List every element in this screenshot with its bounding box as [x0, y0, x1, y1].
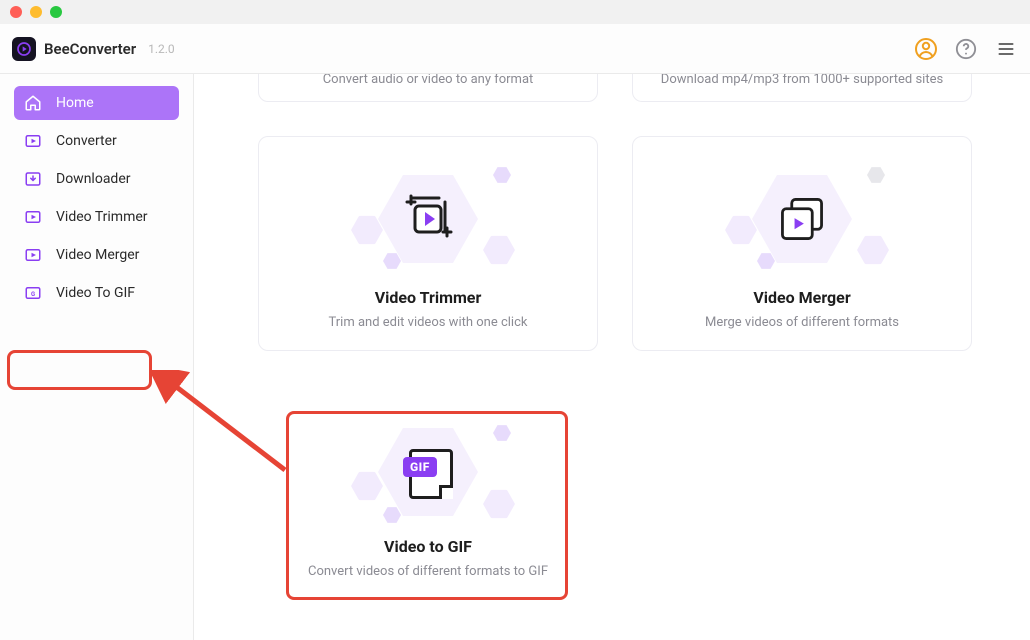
download-icon [24, 170, 42, 188]
trimmer-icon [24, 208, 42, 226]
card-illustration [343, 164, 513, 274]
card-title: Video Trimmer [375, 288, 482, 307]
sidebar-item-merger[interactable]: Video Merger [14, 238, 179, 272]
card-converter[interactable]: Convert audio or video to any format [258, 74, 598, 102]
home-icon [24, 94, 42, 112]
window-zoom-button[interactable] [50, 6, 62, 18]
card-downloader[interactable]: Download mp4/mp3 from 1000+ supported si… [632, 74, 972, 102]
gif-icon: G [24, 284, 42, 302]
card-title: Video to GIF [384, 537, 472, 556]
window-minimize-button[interactable] [30, 6, 42, 18]
app-header: BeeConverter 1.2.0 [0, 24, 1030, 74]
sidebar-item-label: Video Merger [56, 247, 139, 263]
app-title: BeeConverter [44, 40, 136, 58]
card-merger[interactable]: Video Merger Merge videos of different f… [632, 136, 972, 351]
card-togif[interactable]: GIF Video to GIF Convert videos of diffe… [288, 414, 568, 599]
help-icon[interactable] [954, 37, 978, 61]
card-illustration: GIF [343, 428, 513, 523]
window-close-button[interactable] [10, 6, 22, 18]
card-title: Video Merger [753, 288, 850, 307]
sidebar-item-downloader[interactable]: Downloader [14, 162, 179, 196]
sidebar-item-label: Converter [56, 133, 117, 149]
app-logo-icon [12, 37, 36, 61]
card-desc: Convert audio or video to any format [323, 74, 534, 87]
card-illustration [717, 164, 887, 274]
sidebar-item-togif[interactable]: G Video To GIF [14, 276, 179, 310]
card-desc: Trim and edit videos with one click [329, 315, 528, 330]
svg-text:G: G [31, 291, 35, 298]
sidebar-item-label: Home [56, 95, 94, 111]
card-desc: Merge videos of different formats [705, 315, 899, 330]
app-version: 1.2.0 [148, 42, 175, 56]
mac-titlebar [0, 0, 1030, 24]
sidebar-item-label: Video To GIF [56, 285, 135, 301]
gif-label-icon: GIF [403, 457, 437, 477]
sidebar-item-label: Downloader [56, 171, 131, 187]
content-area: Convert audio or video to any format Dow… [194, 74, 1030, 640]
sidebar-item-converter[interactable]: Converter [14, 124, 179, 158]
account-icon[interactable] [914, 37, 938, 61]
menu-icon[interactable] [994, 37, 1018, 61]
merger-icon [24, 246, 42, 264]
card-desc: Download mp4/mp3 from 1000+ supported si… [661, 74, 943, 87]
card-desc: Convert videos of different formats to G… [308, 564, 548, 579]
sidebar-item-home[interactable]: Home [14, 86, 179, 120]
sidebar: Home Converter Downloader [0, 74, 194, 640]
converter-icon [24, 132, 42, 150]
card-trimmer[interactable]: Video Trimmer Trim and edit videos with … [258, 136, 598, 351]
sidebar-item-label: Video Trimmer [56, 209, 148, 225]
sidebar-item-trimmer[interactable]: Video Trimmer [14, 200, 179, 234]
